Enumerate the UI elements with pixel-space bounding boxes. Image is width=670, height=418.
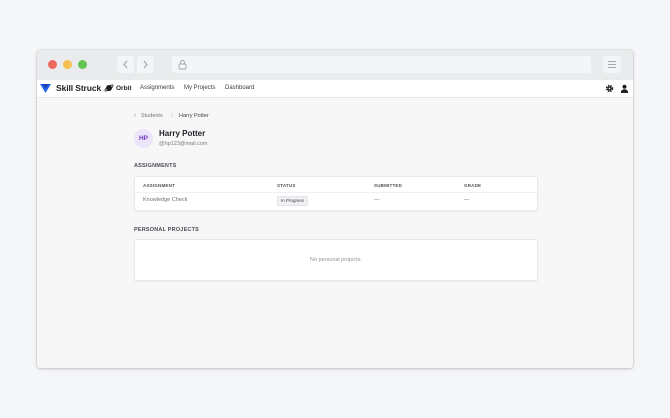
- brand-name[interactable]: Skill Struck: [56, 82, 101, 95]
- nav-dashboard[interactable]: Dashboard: [225, 83, 254, 94]
- browser-window: Skill Struck Orbit Assignments My Projec…: [37, 50, 633, 368]
- chevron-left-icon: [123, 60, 128, 69]
- gear-icon[interactable]: [605, 84, 614, 93]
- browser-forward-button[interactable]: [137, 56, 154, 73]
- column-header-grade: GRADE: [464, 183, 482, 188]
- table-cell-submitted: —: [374, 197, 380, 203]
- main-content: ‹ Students / Harry Potter HP Harry Potte…: [37, 98, 633, 368]
- chevron-right-icon: [143, 60, 148, 69]
- chevron-left-icon[interactable]: ‹: [134, 112, 136, 120]
- orbit-link[interactable]: Orbit: [116, 83, 132, 94]
- browser-menu-button[interactable]: [603, 56, 621, 73]
- student-name: Harry Potter: [159, 129, 206, 138]
- table-divider: [135, 192, 537, 193]
- breadcrumb-separator: /: [171, 113, 173, 119]
- minimize-window-button[interactable]: [63, 60, 72, 69]
- nav-my-projects[interactable]: My Projects: [184, 83, 215, 94]
- column-header-assignment: ASSIGNMENT: [143, 183, 176, 188]
- assignments-table: ASSIGNMENT STATUS SUBMITTED GRADE Knowle…: [134, 176, 538, 211]
- hamburger-icon: [608, 61, 616, 62]
- user-icon[interactable]: [620, 84, 629, 93]
- empty-projects-message: No personal projects.: [310, 257, 362, 263]
- nav-assignments[interactable]: Assignments: [140, 83, 174, 94]
- table-cell-grade: —: [464, 197, 470, 203]
- status-badge: In Progress: [277, 196, 309, 206]
- breadcrumb-current: Harry Potter: [179, 113, 209, 119]
- lock-icon: [178, 60, 187, 70]
- browser-back-button[interactable]: [117, 56, 134, 73]
- personal-projects-card: No personal projects.: [134, 239, 538, 281]
- student-email: @hp123@mail.com: [159, 141, 208, 147]
- breadcrumb-students-link[interactable]: Students: [141, 112, 163, 120]
- column-header-status: STATUS: [277, 183, 296, 188]
- personal-projects-section-title: PERSONAL PROJECTS: [134, 227, 200, 233]
- column-header-submitted: SUBMITTED: [374, 183, 403, 188]
- browser-titlebar: [37, 50, 633, 80]
- orbit-icon: [104, 84, 114, 92]
- address-bar[interactable]: [172, 56, 591, 73]
- app-navbar: Skill Struck Orbit Assignments My Projec…: [37, 80, 633, 98]
- close-window-button[interactable]: [48, 60, 57, 69]
- skill-struck-logo-icon[interactable]: [40, 83, 51, 94]
- table-cell-assignment[interactable]: Knowledge Check: [143, 196, 187, 204]
- avatar: HP: [134, 129, 153, 148]
- maximize-window-button[interactable]: [78, 60, 87, 69]
- assignments-section-title: ASSIGNMENTS: [134, 163, 177, 169]
